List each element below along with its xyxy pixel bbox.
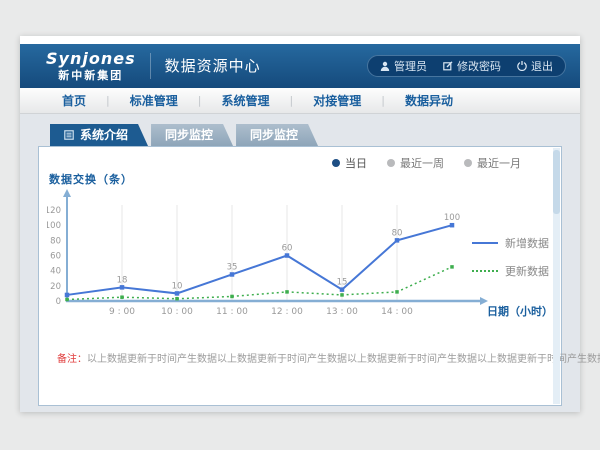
tab-2[interactable]: 同步监控	[236, 124, 318, 146]
app-window: Synjones 新中新集团 数据资源中心 管理员 修改密码 退出	[20, 36, 580, 412]
edit-icon	[443, 61, 453, 71]
legend-label: 更新数据	[505, 263, 549, 279]
tab-label: 同步监控	[165, 124, 213, 146]
svg-text:10: 10	[172, 281, 183, 291]
tab-0[interactable]: 系统介绍	[50, 124, 148, 146]
svg-text:80: 80	[50, 236, 61, 246]
window-top-strip	[20, 36, 580, 44]
svg-text:0: 0	[56, 297, 61, 307]
chart-legend: 新增数据更新数据	[472, 235, 549, 291]
svg-text:60: 60	[50, 252, 61, 262]
nav-item-1[interactable]: 标准管理	[110, 92, 198, 109]
legend-line-sample	[472, 242, 498, 244]
radio-label: 最近一月	[477, 155, 521, 171]
tab-label: 同步监控	[250, 124, 298, 146]
svg-text:9 : 00: 9 : 00	[109, 307, 135, 317]
y-axis-title: 数据交换（条）	[49, 171, 133, 187]
svg-text:100: 100	[47, 221, 61, 231]
svg-text:80: 80	[392, 228, 403, 238]
legend-line-sample	[472, 270, 498, 272]
logout-button[interactable]: 退出	[517, 58, 553, 74]
legend-item-0: 新增数据	[472, 235, 549, 251]
user-controls: 管理员 修改密码 退出	[367, 55, 566, 77]
date-range-filter: 当日 最近一周 最近一月	[332, 155, 521, 171]
svg-text:12 : 00: 12 : 00	[271, 307, 303, 317]
user-icon	[380, 61, 390, 71]
tab-bar: 系统介绍 同步监控 同步监控	[50, 124, 562, 146]
nav-item-2[interactable]: 系统管理	[201, 92, 289, 109]
radio-unselected-icon	[387, 159, 395, 167]
footnote-label: 备注：	[57, 354, 87, 365]
radio-label: 最近一周	[400, 155, 444, 171]
radio-option-1[interactable]: 最近一周	[387, 155, 444, 171]
svg-text:60: 60	[282, 244, 293, 254]
svg-text:20: 20	[50, 282, 61, 292]
logo-brand-text: Synjones	[46, 51, 136, 67]
current-user[interactable]: 管理员	[380, 58, 427, 74]
radio-label: 当日	[345, 155, 367, 171]
legend-label: 新增数据	[505, 235, 549, 251]
scrollbar-thumb[interactable]	[553, 150, 560, 214]
x-axis-title: 日期（小时）	[487, 304, 553, 318]
nav-item-4[interactable]: 数据异动	[385, 92, 473, 109]
logo-company-name: 新中新集团	[46, 70, 136, 81]
tab-label: 系统介绍	[80, 124, 128, 146]
svg-text:35: 35	[227, 262, 238, 272]
svg-text:18: 18	[117, 275, 128, 285]
svg-text:14 : 00: 14 : 00	[381, 307, 413, 317]
svg-text:120: 120	[47, 206, 61, 216]
radio-selected-icon	[332, 159, 340, 167]
legend-item-1: 更新数据	[472, 263, 549, 279]
radio-unselected-icon	[464, 159, 472, 167]
change-password-button[interactable]: 修改密码	[443, 58, 501, 74]
nav-item-3[interactable]: 对接管理	[293, 92, 381, 109]
nav-item-0[interactable]: 首页	[42, 92, 106, 109]
footnote-text: 以上数据更新于时间产生数据以上数据更新于时间产生数据以上数据更新于时间产生数据以…	[87, 354, 600, 365]
change-password-label: 修改密码	[457, 58, 501, 74]
svg-text:15: 15	[337, 278, 348, 288]
logout-label: 退出	[531, 58, 553, 74]
svg-text:10 : 00: 10 : 00	[161, 307, 193, 317]
document-icon	[64, 130, 74, 140]
svg-text:11 : 00: 11 : 00	[216, 307, 248, 317]
panel-scrollbar[interactable]	[553, 148, 560, 404]
company-logo: Synjones 新中新集团	[46, 51, 136, 81]
page-title: 数据资源中心	[150, 53, 261, 79]
svg-text:13 : 00: 13 : 00	[326, 307, 358, 317]
content-area: 系统介绍 同步监控 同步监控 当日 最近一周 最近一月 数据交换（条） 0 20 40 60 8…	[20, 114, 580, 412]
app-header: Synjones 新中新集团 数据资源中心 管理员 修改密码 退出	[20, 44, 580, 88]
tab-1[interactable]: 同步监控	[151, 124, 233, 146]
main-nav: 首页|标准管理|系统管理|对接管理|数据异动	[20, 88, 580, 114]
chart-panel: 当日 最近一周 最近一月 数据交换（条） 0 20 40 60 80 100 120 9 : 00…	[38, 146, 562, 406]
svg-text:100: 100	[444, 213, 460, 223]
svg-text:40: 40	[50, 267, 61, 277]
power-icon	[517, 61, 527, 71]
footnote: 备注：以上数据更新于时间产生数据以上数据更新于时间产生数据以上数据更新于时间产生…	[57, 353, 600, 367]
radio-option-2[interactable]: 最近一月	[464, 155, 521, 171]
radio-option-0[interactable]: 当日	[332, 155, 367, 171]
current-user-label: 管理员	[394, 58, 427, 74]
